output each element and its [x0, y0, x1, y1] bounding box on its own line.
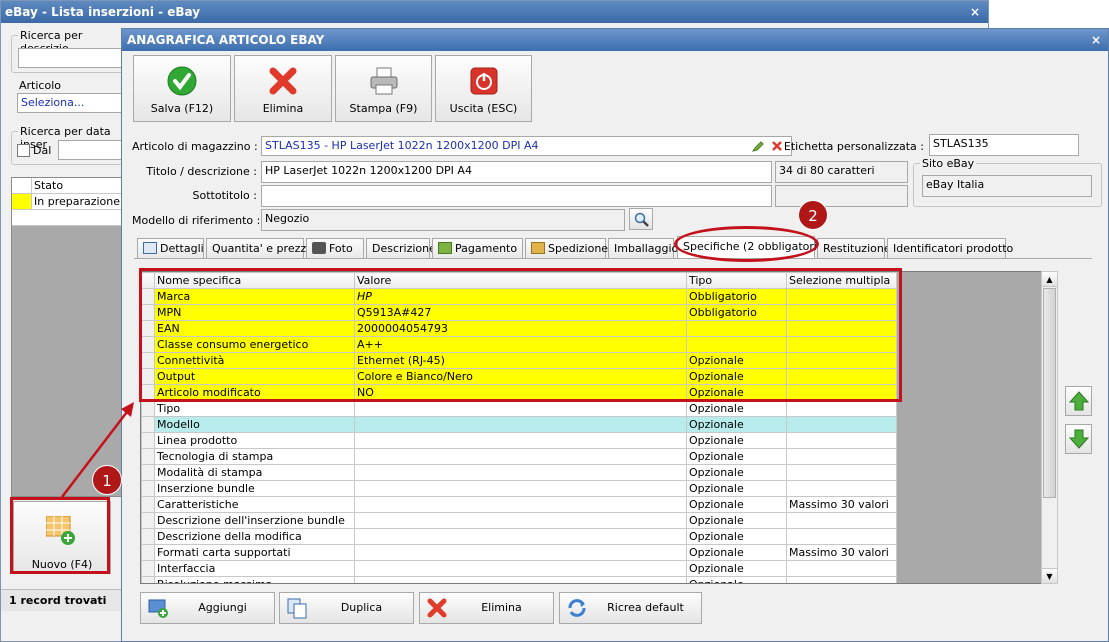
annotation-arrow: [61, 402, 134, 498]
step-badge-2: 2: [798, 200, 828, 230]
step-badge-1: 1: [92, 465, 122, 495]
